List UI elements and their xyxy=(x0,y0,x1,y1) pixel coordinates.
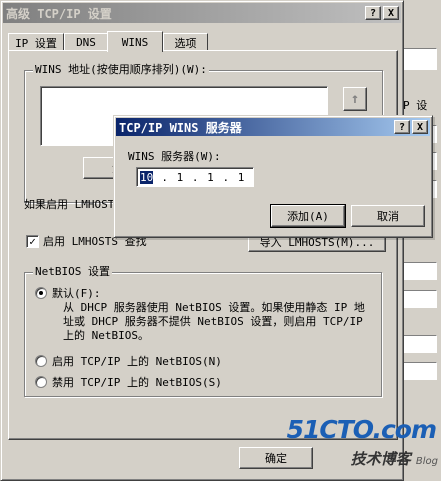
background-field xyxy=(403,262,437,280)
lmhosts-checkbox[interactable]: ✓ xyxy=(26,234,39,248)
close-button[interactable]: X xyxy=(383,6,399,20)
ip-octet-3[interactable]: 1 xyxy=(199,171,223,184)
help-button[interactable]: ? xyxy=(365,6,381,20)
radio-default-label: 默认(F): xyxy=(52,287,101,300)
advanced-tcpip-dialog: 高级 TCP/IP 设置 ? X IP 设置 DNS WINS 选项 WINS … xyxy=(0,0,404,481)
background-label: P 设 xyxy=(403,99,428,112)
background-field xyxy=(403,290,437,308)
lmhosts-description: 如果启用 LMHOSTS xyxy=(24,198,121,211)
wins-server-ip-input[interactable]: 10 . 1 . 1 . 1 xyxy=(136,167,254,187)
tab-wins[interactable]: WINS xyxy=(107,31,163,52)
radio-disable-row[interactable]: 禁用 TCP/IP 上的 NetBIOS(S) xyxy=(35,374,222,390)
main-titlebar: 高级 TCP/IP 设置 ? X xyxy=(3,3,401,23)
radio-enable-row[interactable]: 启用 TCP/IP 上的 NetBIOS(N) xyxy=(35,353,222,369)
checkmark-icon: ✓ xyxy=(29,234,36,248)
ip-dot: . xyxy=(222,170,230,184)
radio-enable-label: 启用 TCP/IP 上的 NetBIOS(N) xyxy=(52,355,222,368)
netbios-group: NetBIOS 设置 默认(F): 从 DHCP 服务器使用 NetBIOS 设… xyxy=(24,265,382,397)
radio-disable[interactable] xyxy=(35,376,47,388)
ip-dot: . xyxy=(161,170,168,184)
ok-button[interactable]: 确定 xyxy=(239,447,313,469)
wins-address-group-label: WINS 地址(按使用顺序排列)(W): xyxy=(33,63,209,77)
sub-titlebar: TCP/IP WINS 服务器 ? X xyxy=(116,118,430,136)
move-up-button[interactable]: ↑ xyxy=(343,87,367,111)
tab-dns[interactable]: DNS xyxy=(64,33,108,51)
wins-cancel-button[interactable]: 取消 xyxy=(351,205,425,227)
radio-enable[interactable] xyxy=(35,355,47,367)
ip-octet-2[interactable]: 1 xyxy=(168,171,192,184)
wins-tab-panel: WINS 地址(按使用顺序排列)(W): ↑ 添加 如果启用 LMHOSTS ✓… xyxy=(8,50,398,440)
sub-dialog-title: TCP/IP WINS 服务器 xyxy=(119,120,242,135)
radio-disable-label: 禁用 TCP/IP 上的 NetBIOS(S) xyxy=(52,376,222,389)
wins-server-label: WINS 服务器(W): xyxy=(128,150,221,163)
sub-close-button[interactable]: X xyxy=(412,120,428,134)
netbios-default-description: 从 DHCP 服务器使用 NetBIOS 设置。如果使用静态 IP 地址或 DH… xyxy=(63,301,365,342)
background-window: P 设 xyxy=(398,0,441,481)
tab-ip-settings[interactable]: IP 设置 xyxy=(8,33,64,51)
tab-options[interactable]: 选项 xyxy=(163,33,208,51)
wins-server-dialog: TCP/IP WINS 服务器 ? X WINS 服务器(W): 10 . 1 … xyxy=(113,115,433,238)
main-dialog-title: 高级 TCP/IP 设置 xyxy=(6,6,112,21)
sub-help-button[interactable]: ? xyxy=(394,120,410,134)
radio-selected-dot xyxy=(39,291,43,295)
background-field xyxy=(403,362,437,380)
background-field xyxy=(403,335,437,353)
wins-add-button[interactable]: 添加(A) xyxy=(270,204,346,228)
up-arrow-icon: ↑ xyxy=(350,91,360,107)
ip-dot: . xyxy=(191,170,199,184)
radio-default-row[interactable]: 默认(F): xyxy=(35,285,101,301)
radio-default[interactable] xyxy=(35,287,47,299)
netbios-group-label: NetBIOS 设置 xyxy=(33,265,112,279)
background-field xyxy=(403,48,437,70)
ip-octet-1[interactable]: 10 xyxy=(137,170,161,184)
ip-octet-4[interactable]: 1 xyxy=(229,171,253,184)
